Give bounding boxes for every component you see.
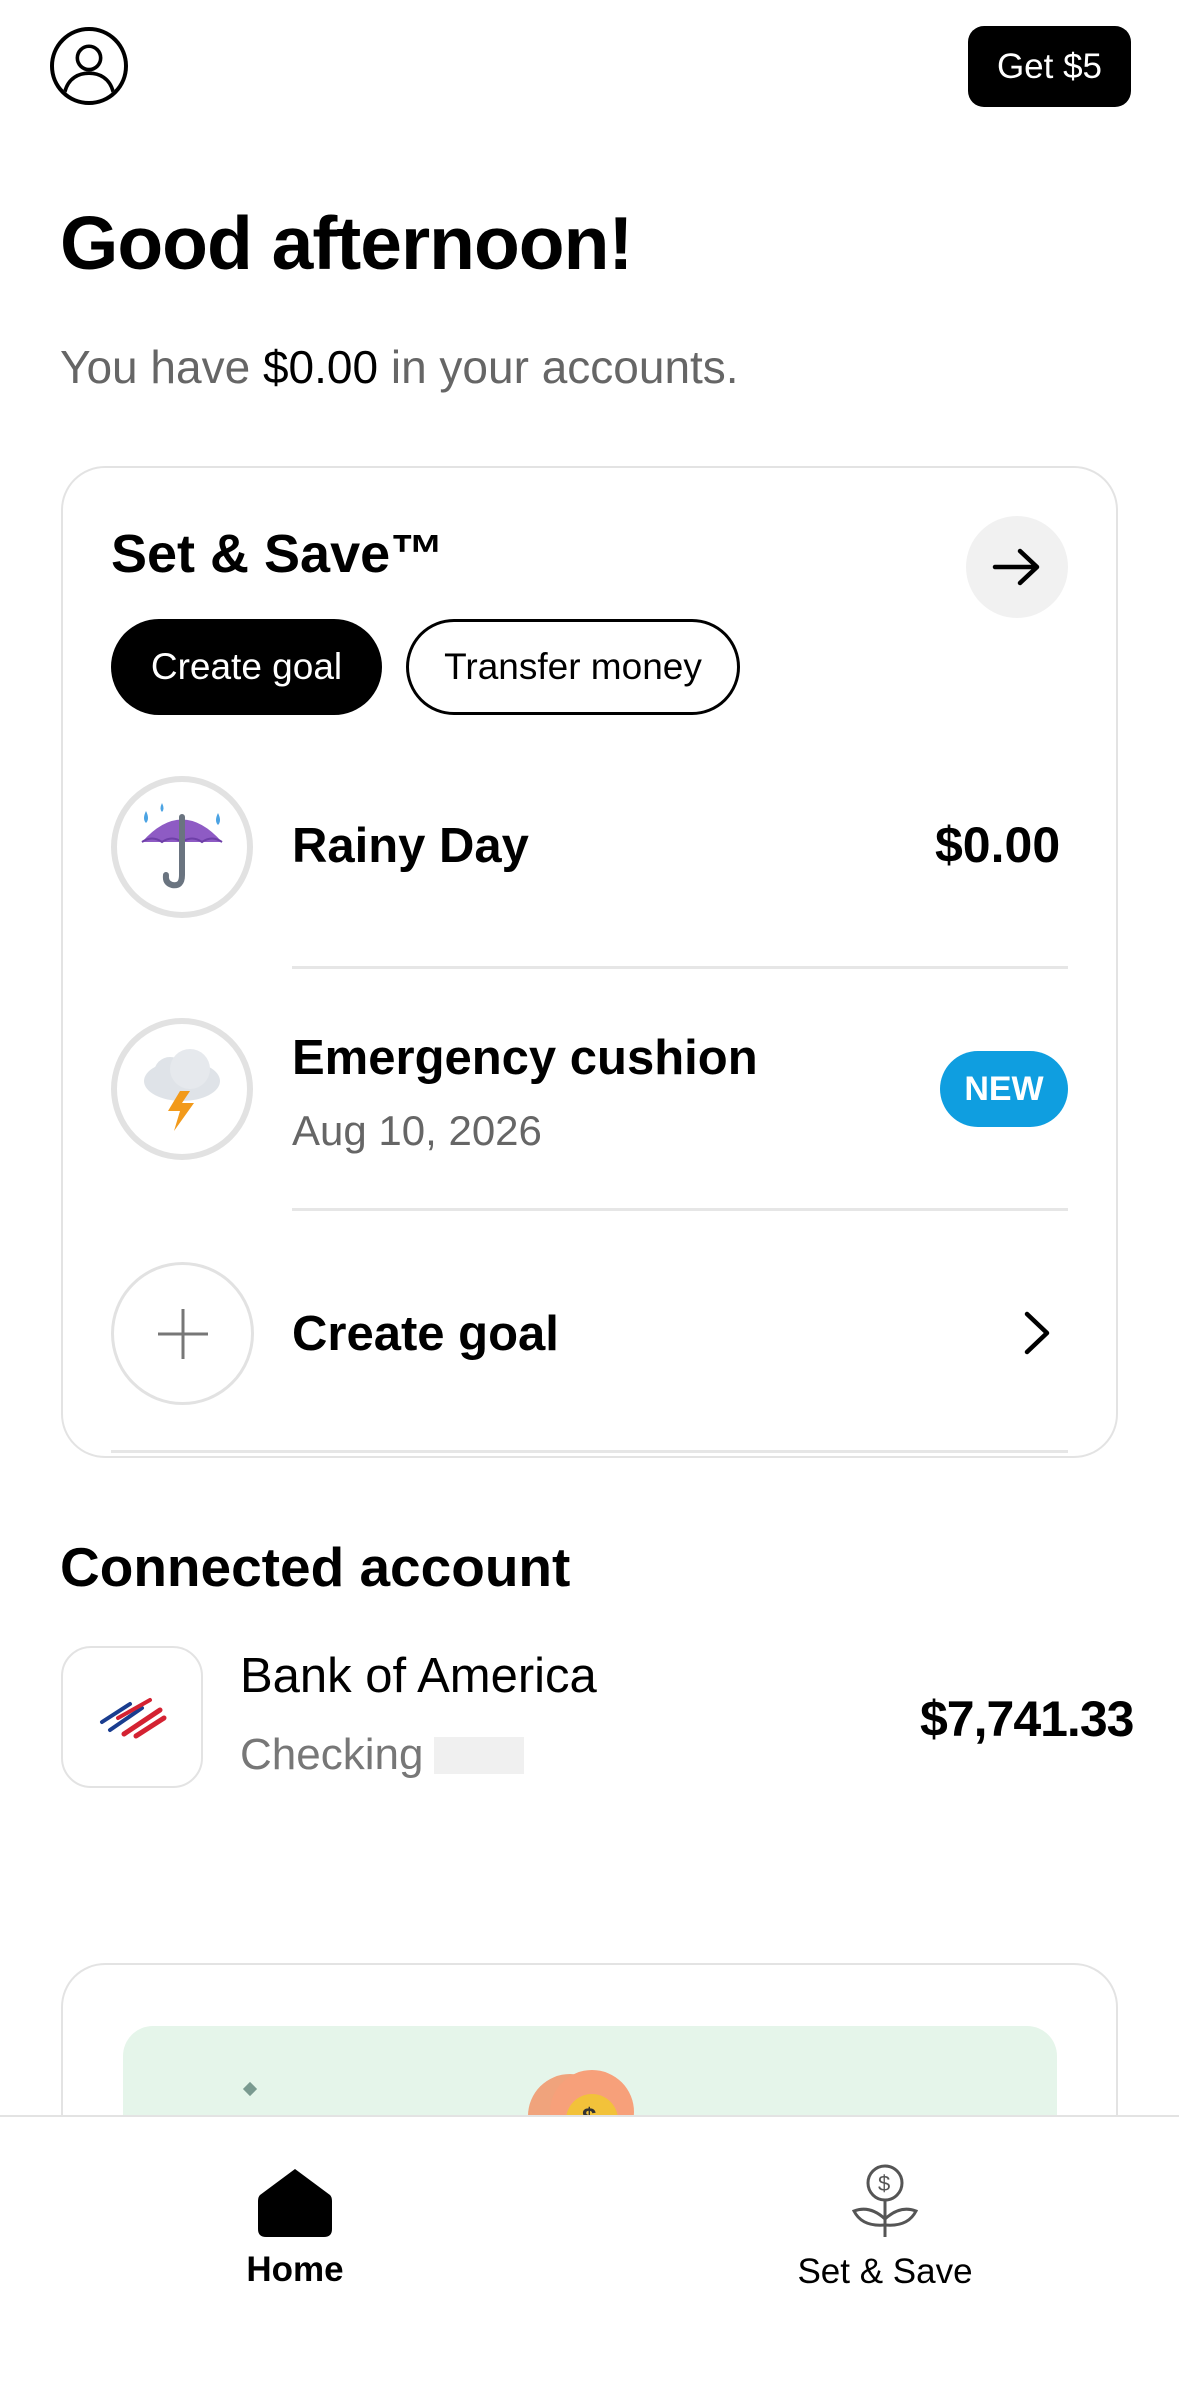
account-type: Checking bbox=[240, 1730, 424, 1779]
goal-amount: $0.00 bbox=[935, 817, 1061, 873]
bank-logo bbox=[61, 1646, 203, 1788]
set-and-save-arrow-button[interactable] bbox=[966, 516, 1068, 618]
bottom-nav: Home $ Set & Save bbox=[0, 2115, 1179, 2398]
profile-button[interactable] bbox=[50, 27, 128, 105]
nav-set-save-label: Set & Save bbox=[797, 2252, 973, 2291]
bank-of-america-logo-icon bbox=[100, 1698, 167, 1739]
new-badge: NEW bbox=[940, 1051, 1068, 1127]
create-goal-row[interactable] bbox=[111, 1262, 1068, 1405]
goal-icon-container bbox=[111, 776, 253, 918]
masked-account-number bbox=[434, 1737, 524, 1774]
set-and-save-title: Set & Save™ bbox=[111, 524, 445, 584]
svg-text:$: $ bbox=[878, 2171, 890, 2196]
balance-prefix: You have bbox=[60, 341, 251, 393]
get-5-button[interactable]: Get $5 bbox=[968, 26, 1131, 107]
nav-home-label: Home bbox=[246, 2250, 344, 2289]
account-balance: $7,741.33 bbox=[920, 1691, 1134, 1747]
goal-row-rainy-day[interactable] bbox=[111, 776, 1068, 918]
umbrella-rain-icon bbox=[141, 803, 223, 889]
nav-set-save[interactable]: $ Set & Save bbox=[735, 2117, 1035, 2292]
transfer-money-button[interactable]: Transfer money bbox=[406, 619, 740, 715]
greeting-title: Good afternoon! bbox=[60, 201, 633, 285]
divider bbox=[292, 1208, 1068, 1211]
goal-icon-container bbox=[111, 1018, 253, 1160]
balance-summary: You have $0.00 in your accounts. bbox=[60, 340, 739, 394]
create-goal-label: Create goal bbox=[292, 1307, 559, 1361]
card-bottom-divider bbox=[111, 1450, 1068, 1453]
balance-suffix: in your accounts. bbox=[390, 341, 739, 393]
nav-home[interactable]: Home bbox=[145, 2117, 445, 2290]
chevron-right-icon bbox=[1022, 1310, 1052, 1361]
goal-date: Aug 10, 2026 bbox=[292, 1107, 542, 1154]
goal-name: Rainy Day bbox=[292, 819, 529, 873]
storm-cloud-icon bbox=[144, 1049, 220, 1131]
bank-name: Bank of America bbox=[240, 1649, 597, 1703]
money-plant-icon: $ bbox=[851, 2164, 919, 2237]
home-icon bbox=[258, 2169, 332, 2237]
balance-amount: $0.00 bbox=[262, 341, 379, 393]
goal-name: Emergency cushion bbox=[292, 1031, 758, 1085]
user-circle-icon bbox=[63, 44, 115, 93]
divider bbox=[292, 966, 1068, 969]
arrow-right-icon bbox=[992, 548, 1040, 586]
plus-icon bbox=[157, 1308, 208, 1359]
create-goal-button[interactable]: Create goal bbox=[111, 619, 382, 715]
connected-account-title: Connected account bbox=[60, 1536, 571, 1598]
plus-circle bbox=[111, 1262, 254, 1405]
